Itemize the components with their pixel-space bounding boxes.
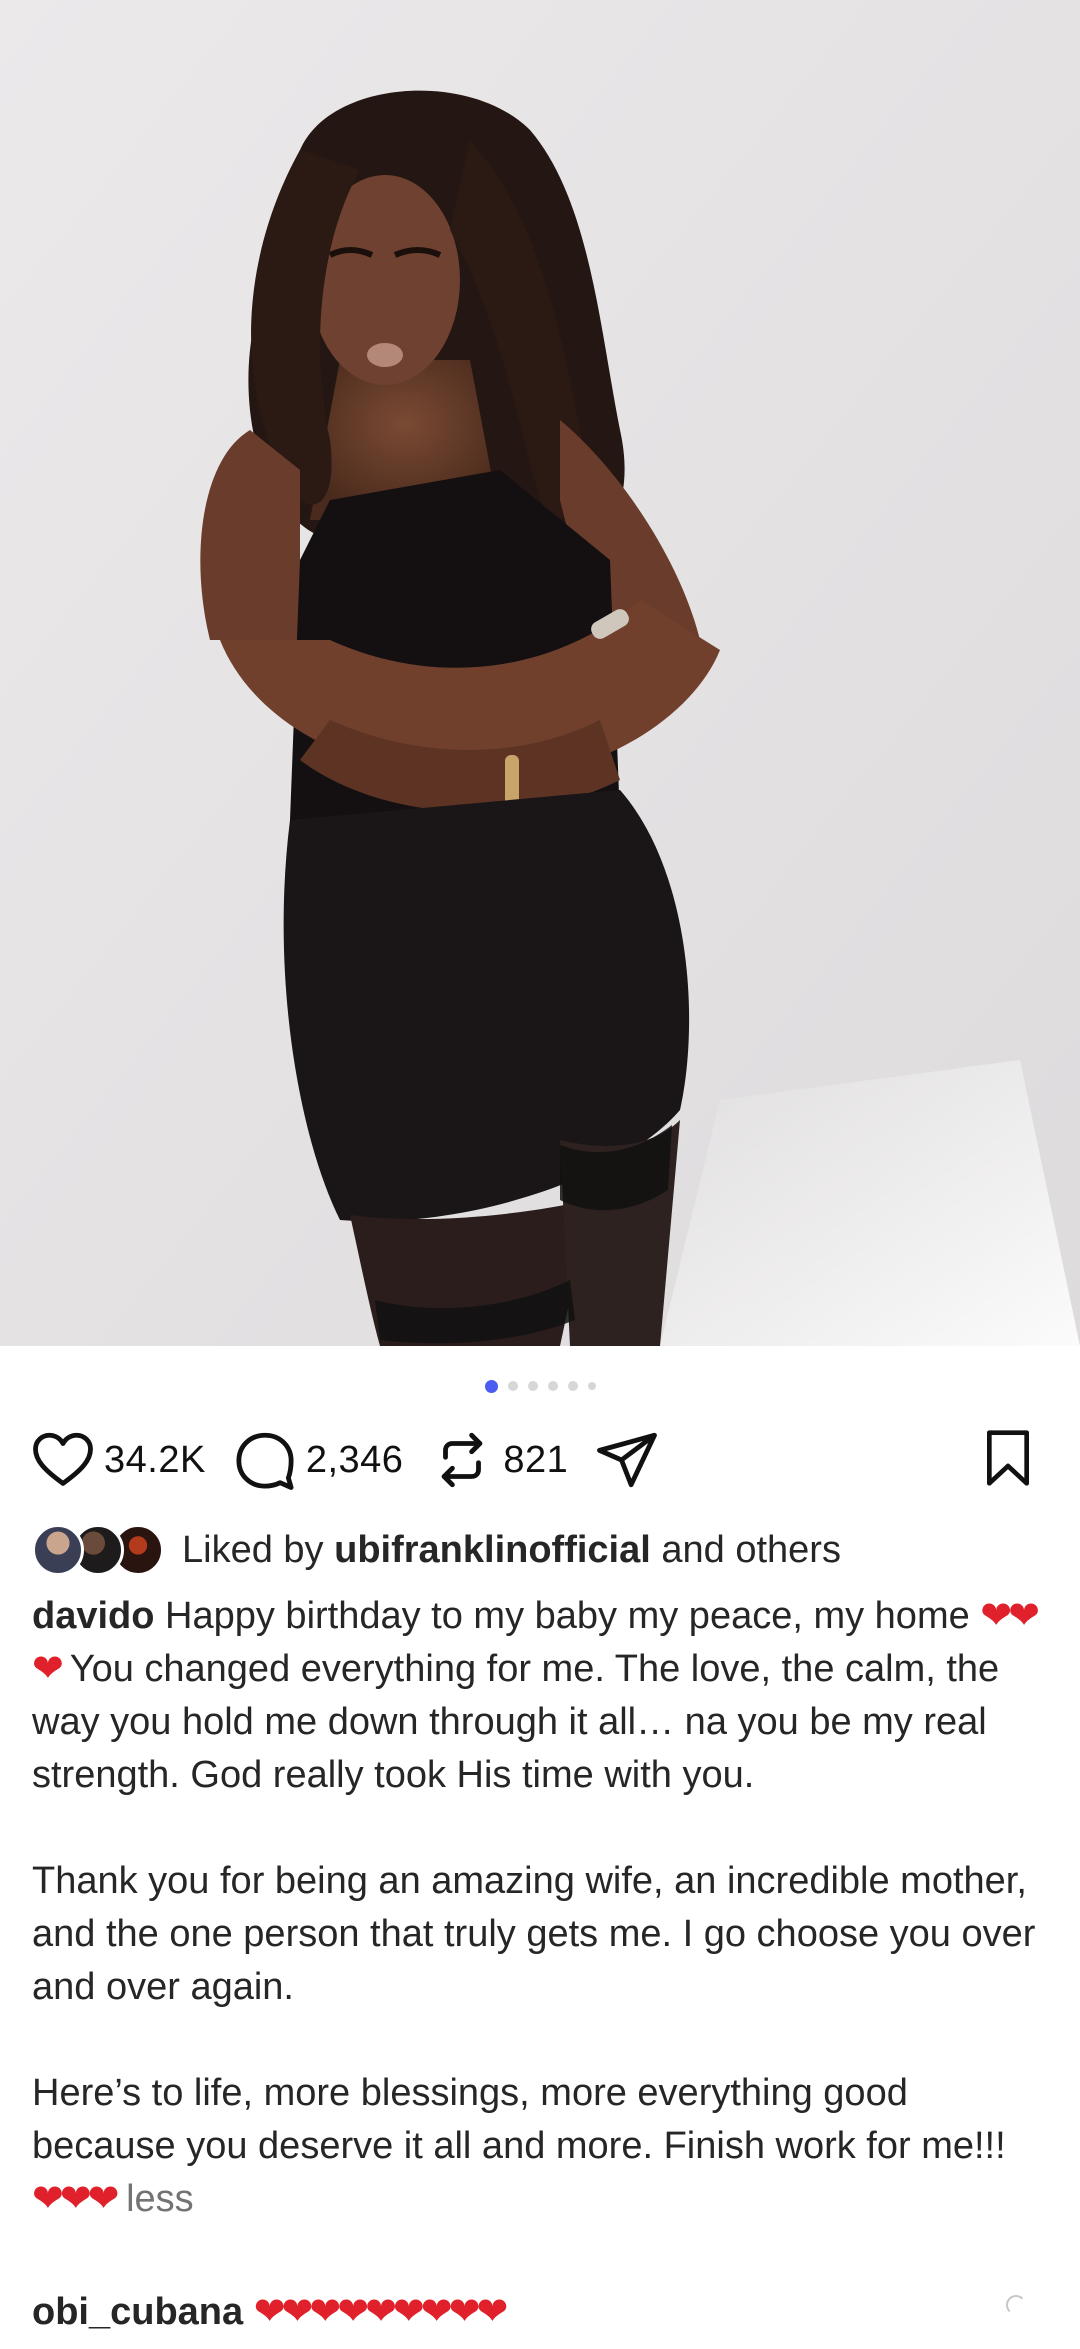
carousel-dot <box>527 1381 538 1391</box>
repost-button[interactable]: 821 <box>429 1427 568 1493</box>
carousel-dot <box>507 1381 518 1391</box>
liked-by-prefix: Liked by <box>182 1528 324 1571</box>
send-icon <box>597 1432 658 1488</box>
carousel-dot-active <box>484 1379 498 1393</box>
comment-icon <box>236 1432 294 1490</box>
like-button[interactable]: 34.2K <box>30 1427 206 1493</box>
carousel-indicator <box>0 1376 1080 1396</box>
comment-preview[interactable]: obi_cubana ❤❤❤❤❤❤❤❤❤ <box>32 2286 509 2339</box>
comment-username[interactable]: obi_cubana <box>32 2291 243 2333</box>
loading-spinner-icon <box>1006 2295 1026 2315</box>
caption-text: Here’s to life, more blessings, more eve… <box>32 2072 1006 2167</box>
carousel-dot <box>547 1381 558 1391</box>
less-link[interactable]: less <box>126 2178 194 2220</box>
heart-emoji: ❤❤❤ <box>32 2178 120 2220</box>
bookmark-icon <box>987 1430 1029 1486</box>
heart-icon <box>33 1432 93 1486</box>
liked-by-username[interactable]: ubifranklinofficial <box>334 1529 651 1572</box>
post-photo-illustration <box>0 0 1080 1346</box>
like-count: 34.2K <box>104 1438 206 1481</box>
share-button[interactable] <box>594 1427 660 1493</box>
caption-paragraph: davido Happy birthday to my baby my peac… <box>32 1590 1042 1802</box>
post-caption: davido Happy birthday to my baby my peac… <box>32 1590 1042 2226</box>
liked-by-row[interactable]: Liked by ubifranklinofficial and others <box>32 1522 841 1578</box>
caption-text: Happy birthday to my baby my peace, my h… <box>165 1595 970 1637</box>
comment-text: ❤❤❤❤❤❤❤❤❤ <box>253 2291 509 2333</box>
post-image[interactable] <box>0 0 1080 1346</box>
liked-by-avatars <box>32 1524 164 1576</box>
save-button[interactable] <box>976 1426 1040 1495</box>
carousel-dot <box>587 1382 596 1390</box>
repost-count: 821 <box>503 1438 569 1481</box>
caption-paragraph: Thank you for being an amazing wife, an … <box>32 1860 1036 2008</box>
comment-button[interactable]: 2,346 <box>232 1427 404 1493</box>
comment-count: 2,346 <box>305 1438 404 1481</box>
avatar <box>32 1524 84 1576</box>
caption-paragraph: Here’s to life, more blessings, more eve… <box>32 2067 1042 2226</box>
caption-username[interactable]: davido <box>32 1595 154 1637</box>
post-action-bar: 34.2K 2,346 821 <box>30 1420 1050 1500</box>
repost-icon <box>442 1432 483 1488</box>
carousel-dot <box>567 1381 578 1391</box>
liked-by-suffix[interactable]: and others <box>661 1529 841 1572</box>
caption-text: You changed everything for me. The love,… <box>32 1648 1000 1796</box>
